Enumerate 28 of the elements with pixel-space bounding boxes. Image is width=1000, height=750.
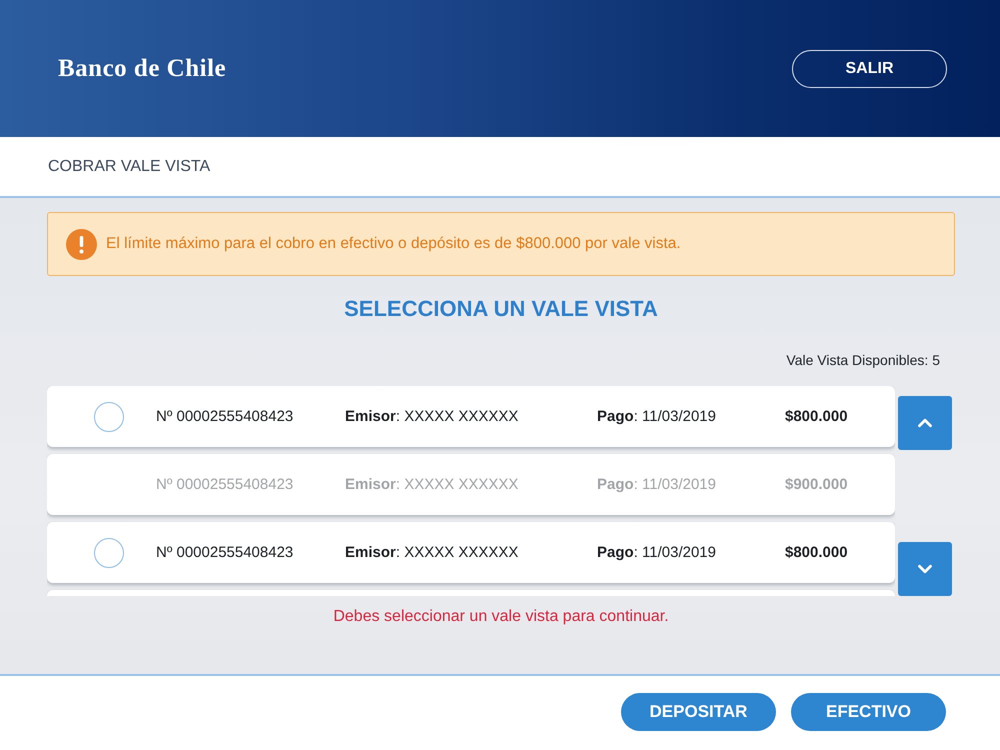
radio-button[interactable]: [94, 402, 124, 432]
logout-button[interactable]: SALIR: [792, 50, 947, 88]
action-button[interactable]: EFECTIVO: [791, 693, 946, 731]
page-title: COBRAR VALE VISTA: [48, 158, 210, 176]
available-count: Vale Vista Disponibles: 5: [786, 351, 940, 369]
warning-icon: [66, 228, 97, 260]
bank-logo: Banco de Chile: [58, 54, 226, 82]
voucher-number: Nº 00002555408423: [156, 544, 294, 561]
voucher-row[interactable]: Nº 00002555408423 Emisor: XXXXX XXXXXX Pago: 11/03/2019 $800.000: [47, 386, 895, 447]
issuer-text: Emisor: XXXXX XXXXXX: [345, 544, 520, 561]
radio-button[interactable]: [94, 538, 124, 568]
voucher-number: Nº 00002555408423: [156, 408, 294, 425]
payment-date: Pago: 11/03/2019: [597, 408, 717, 425]
error-message: Debes seleccionar un vale vista para continuar.: [332, 608, 670, 626]
scroll-up-button[interactable]: [898, 396, 952, 450]
voucher-row[interactable]: Nº 00002555408423 Emisor: XXXXX XXXXXX Pago: 11/03/2019 $800.000: [47, 522, 895, 583]
voucher-number: Nº 00002555408423: [156, 476, 294, 493]
scroll-down-button[interactable]: [898, 542, 952, 596]
warning-text: El límite máximo para el cobro en efectivo o depósito es de $800.000 por vale vista.: [106, 235, 681, 253]
amount-text: $800.000: [785, 544, 849, 561]
payment-date: Pago: 11/03/2019: [597, 476, 717, 493]
amount-text: $800.000: [785, 408, 849, 425]
action-button[interactable]: DEPOSITAR: [621, 693, 776, 731]
payment-date: Pago: 11/03/2019: [597, 544, 717, 561]
issuer-text: Emisor: XXXXX XXXXXX: [345, 476, 520, 493]
issuer-text: Emisor: XXXXX XXXXXX: [345, 408, 520, 425]
amount-text: $900.000: [785, 476, 849, 493]
section-heading: SELECCIONA UN VALE VISTA: [343, 295, 659, 323]
